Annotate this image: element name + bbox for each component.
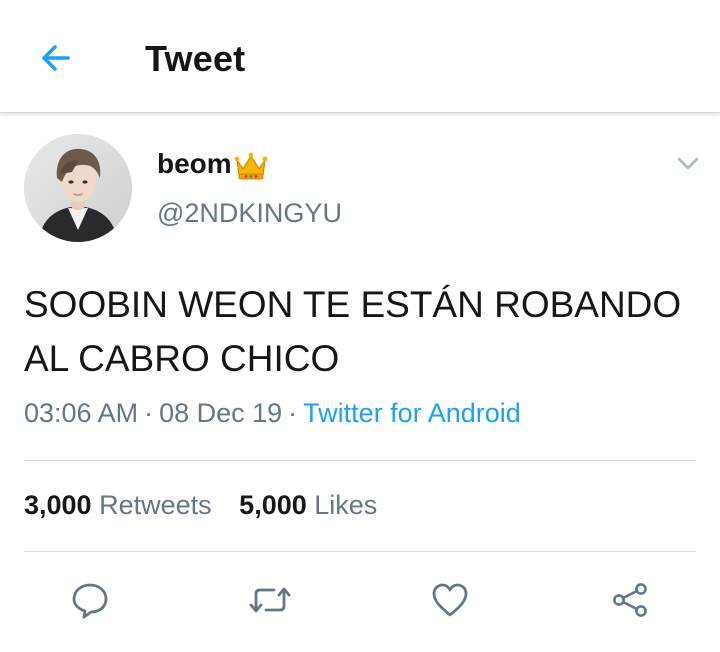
share-icon	[613, 583, 647, 617]
reply-icon	[72, 583, 108, 619]
likes-label: Likes	[314, 490, 378, 520]
tweet-date: 08 Dec 19	[159, 398, 283, 428]
tweet-stats: 3,000 Retweets 5,000 Likes	[24, 490, 377, 521]
heart-icon	[432, 583, 468, 617]
avatar[interactable]	[24, 134, 132, 242]
tweet-meta: 03:06 AM · 08 Dec 19 · Twitter for Android	[24, 398, 521, 429]
retweet-icon	[249, 587, 291, 613]
divider	[24, 551, 696, 552]
display-name-text: beom	[157, 148, 232, 179]
reply-button[interactable]	[68, 578, 112, 622]
author-display-name[interactable]: beom	[157, 147, 268, 181]
arrow-left-icon	[42, 45, 70, 71]
tweet-text: SOOBIN WEON TE ESTÁN ROBANDO AL CABRO CH…	[24, 284, 682, 379]
app-header: Tweet	[0, 0, 720, 113]
likes-stat[interactable]: 5,000 Likes	[239, 490, 377, 520]
chevron-down-icon	[677, 157, 699, 170]
tweet-time: 03:06 AM	[24, 398, 139, 428]
retweets-count: 3,000	[24, 490, 92, 520]
crown-emoji	[234, 152, 268, 180]
meta-separator: ·	[288, 398, 298, 428]
action-bar	[0, 578, 720, 622]
meta-separator: ·	[144, 398, 154, 428]
retweet-button[interactable]	[248, 578, 292, 622]
like-button[interactable]	[428, 578, 472, 622]
back-button[interactable]	[34, 36, 78, 80]
tweet-client-link[interactable]: Twitter for Android	[303, 398, 521, 428]
page-title: Tweet	[145, 38, 246, 79]
more-options-button[interactable]	[674, 150, 702, 178]
share-button[interactable]	[608, 578, 652, 622]
author-handle[interactable]: @2NDKINGYU	[157, 198, 342, 229]
likes-count: 5,000	[239, 490, 307, 520]
retweets-label: Retweets	[99, 490, 212, 520]
divider	[24, 460, 696, 461]
profile-photo	[24, 134, 132, 242]
retweets-stat[interactable]: 3,000 Retweets	[24, 490, 219, 520]
